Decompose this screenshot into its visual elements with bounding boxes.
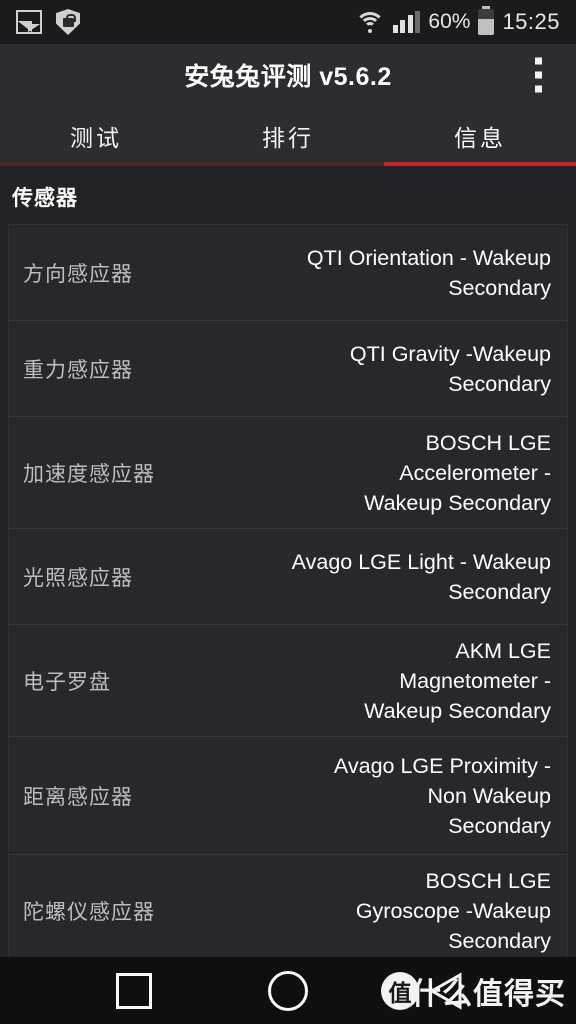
tab-bar: 测试 排行 信息 — [0, 106, 576, 166]
overflow-menu-icon[interactable] — [529, 52, 548, 99]
sensor-label: 光照感应器 — [23, 566, 133, 590]
sensor-value: BOSCH LGE Accelerometer - Wakeup Seconda… — [364, 430, 551, 515]
tab-test-label: 测试 — [70, 125, 122, 151]
battery-icon — [478, 6, 495, 35]
sensor-label: 方向感应器 — [23, 262, 133, 286]
home-circle-icon[interactable] — [268, 970, 308, 1011]
shield-lock-icon — [56, 9, 80, 35]
sensor-label: 距离感应器 — [23, 785, 133, 809]
section-title-sensors: 传感器 — [12, 187, 78, 210]
table-row[interactable]: 距离感应器 Avago LGE Proximity - Non Wakeup S… — [9, 737, 567, 855]
table-row[interactable]: 电子罗盘 AKM LGE Magnetometer - Wakeup Secon… — [9, 625, 567, 737]
app-bar: 安兔兔评测 v5.6.2 — [0, 44, 576, 106]
recents-square-icon[interactable] — [116, 972, 152, 1009]
sensor-label: 重力感应器 — [23, 358, 133, 382]
watermark: 值 什么值得买 — [381, 969, 566, 1013]
wifi-icon — [354, 10, 385, 34]
sensor-label: 陀螺仪感应器 — [23, 901, 155, 924]
status-bar-right-icons: 60% 15:25 — [354, 6, 560, 35]
tab-ranking[interactable]: 排行 — [192, 106, 384, 166]
sensor-list: 方向感应器 QTI Orientation - Wakeup Secondary… — [8, 224, 568, 967]
sensor-label: 电子罗盘 — [23, 670, 111, 694]
tab-test[interactable]: 测试 — [0, 106, 192, 166]
tab-active-indicator — [383, 162, 576, 166]
sensor-value: BOSCH LGE Gyroscope -Wakeup Secondary — [355, 869, 551, 953]
app-title: 安兔兔评测 v5.6.2 — [184, 63, 392, 91]
phone-screen: 60% 15:25 安兔兔评测 v5.6.2 测试 排行 信息 传感器 方向感应 — [0, 0, 576, 1024]
tab-ranking-label: 排行 — [262, 125, 314, 151]
table-row[interactable]: 光照感应器 Avago LGE Light - Wakeup Secondary — [9, 529, 567, 625]
sensor-value: AKM LGE Magnetometer - Wakeup Secondary — [364, 638, 551, 723]
sensor-label: 加速度感应器 — [23, 462, 155, 486]
sensor-value: Avago LGE Light - Wakeup Secondary — [291, 549, 551, 604]
sensor-value: QTI Gravity -Wakeup Secondary — [349, 341, 551, 396]
image-icon — [16, 10, 42, 34]
tab-info[interactable]: 信息 — [384, 106, 576, 166]
battery-percent: 60% — [428, 10, 471, 33]
sensor-value: Avago LGE Proximity - Non Wakeup Seconda… — [333, 753, 551, 838]
watermark-text: 什么值得买 — [411, 977, 566, 1011]
table-row[interactable]: 重力感应器 QTI Gravity -Wakeup Secondary — [9, 321, 567, 417]
tab-info-label: 信息 — [454, 125, 506, 151]
status-bar: 60% 15:25 — [0, 0, 576, 44]
system-navigation-bar: 值 什么值得买 — [0, 957, 576, 1024]
sensor-value: QTI Orientation - Wakeup Secondary — [306, 245, 551, 300]
status-bar-left-icons — [16, 9, 80, 35]
table-row[interactable]: 陀螺仪感应器 BOSCH LGE Gyroscope -Wakeup Secon… — [9, 855, 567, 967]
table-row[interactable]: 方向感应器 QTI Orientation - Wakeup Secondary — [9, 225, 567, 321]
watermark-badge: 值 — [381, 971, 419, 1010]
signal-icon — [392, 11, 421, 33]
table-row[interactable]: 加速度感应器 BOSCH LGE Accelerometer - Wakeup … — [9, 417, 567, 529]
clock: 15:25 — [502, 9, 560, 34]
